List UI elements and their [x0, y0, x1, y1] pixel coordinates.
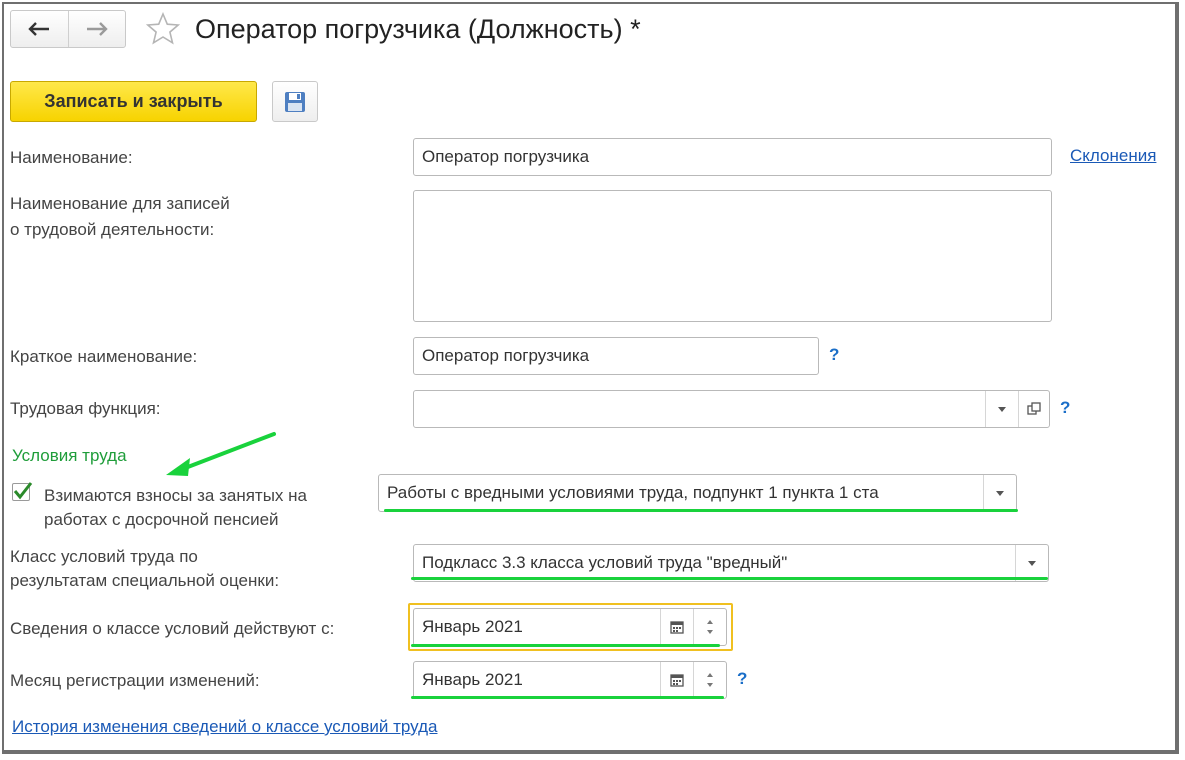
labor-function-help[interactable]: ?	[1060, 398, 1070, 418]
arrow-right-icon	[86, 22, 108, 36]
arrow-left-icon	[28, 22, 50, 36]
checkmark-icon	[13, 482, 33, 500]
class-label-line2: результатам специальной оценки:	[10, 571, 280, 590]
work-class-value: Подкласс 3.3 класса условий труда "вредн…	[422, 553, 788, 572]
floppy-disk-icon	[285, 91, 305, 112]
history-link[interactable]: История изменения сведений о классе усло…	[12, 717, 437, 737]
annotation-underline	[411, 696, 724, 699]
chevron-down-icon	[996, 490, 1004, 496]
name-label: Наименование:	[10, 148, 133, 167]
calendar-icon	[670, 674, 684, 687]
nav-buttons	[10, 10, 126, 48]
work-class-dropdown-button[interactable]	[1015, 545, 1048, 581]
annotation-underline	[411, 644, 720, 647]
spin-up-icon[interactable]	[707, 620, 713, 624]
early-pension-label-line2: работах с досрочной пенсией	[44, 510, 279, 529]
valid-from-input[interactable]: Январь 2021	[413, 608, 727, 646]
save-button[interactable]	[272, 81, 318, 122]
annotation-underline	[411, 577, 1048, 580]
early-pension-checkbox[interactable]	[12, 482, 33, 501]
labor-function-open-button[interactable]	[1018, 391, 1049, 427]
chevron-down-icon	[998, 406, 1006, 412]
valid-from-calendar-button[interactable]	[660, 609, 693, 645]
green-arrow-icon	[166, 432, 276, 476]
labor-name-textarea[interactable]	[413, 190, 1052, 322]
declensions-link[interactable]: Склонения	[1070, 146, 1156, 166]
class-label-line1: Класс условий труда по	[10, 547, 198, 566]
spin-down-icon[interactable]	[707, 630, 713, 634]
work-type-select[interactable]: Работы с вредными условиями труда, подпу…	[378, 474, 1017, 512]
reg-month-input[interactable]: Январь 2021	[413, 661, 727, 699]
name-input[interactable]: Оператор погрузчика	[413, 138, 1052, 176]
reg-month-calendar-button[interactable]	[660, 662, 693, 698]
spin-down-icon[interactable]	[707, 683, 713, 687]
save-and-close-button[interactable]: Записать и закрыть	[10, 81, 257, 122]
open-window-icon	[1027, 402, 1041, 415]
spin-up-icon[interactable]	[707, 673, 713, 677]
work-type-value: Работы с вредными условиями труда, подпу…	[387, 483, 879, 502]
chevron-down-icon	[1028, 560, 1036, 566]
name-value: Оператор погрузчика	[422, 147, 590, 166]
labor-name-label-line2: о трудовой деятельности:	[10, 220, 215, 239]
page-title: Оператор погрузчика (Должность) *	[195, 14, 641, 44]
reg-month-label: Месяц регистрации изменений:	[10, 671, 260, 690]
short-name-label: Краткое наименование:	[10, 347, 198, 366]
short-name-value: Оператор погрузчика	[422, 346, 590, 365]
star-icon[interactable]	[146, 12, 180, 46]
reg-month-spinner[interactable]	[693, 662, 726, 698]
labor-function-dropdown-button[interactable]	[985, 391, 1018, 427]
annotation-underline	[384, 509, 1018, 512]
reg-month-value: Январь 2021	[422, 670, 523, 689]
short-name-input[interactable]: Оператор погрузчика	[413, 337, 819, 375]
valid-from-value: Январь 2021	[422, 617, 523, 636]
calendar-icon	[670, 621, 684, 634]
back-button[interactable]	[11, 11, 68, 47]
labor-function-select[interactable]	[413, 390, 1050, 428]
short-name-help[interactable]: ?	[829, 345, 839, 365]
forward-button[interactable]	[67, 11, 126, 47]
reg-month-help[interactable]: ?	[737, 669, 747, 689]
valid-from-label: Сведения о классе условий действуют с:	[10, 619, 335, 638]
labor-function-label: Трудовая функция:	[10, 399, 161, 418]
valid-from-spinner[interactable]	[693, 609, 726, 645]
section-title-conditions: Условия труда	[12, 446, 127, 465]
labor-name-label-line1: Наименование для записей	[10, 194, 230, 213]
work-type-dropdown-button[interactable]	[983, 475, 1016, 511]
early-pension-label-line1: Взимаются взносы за занятых на	[44, 486, 307, 505]
